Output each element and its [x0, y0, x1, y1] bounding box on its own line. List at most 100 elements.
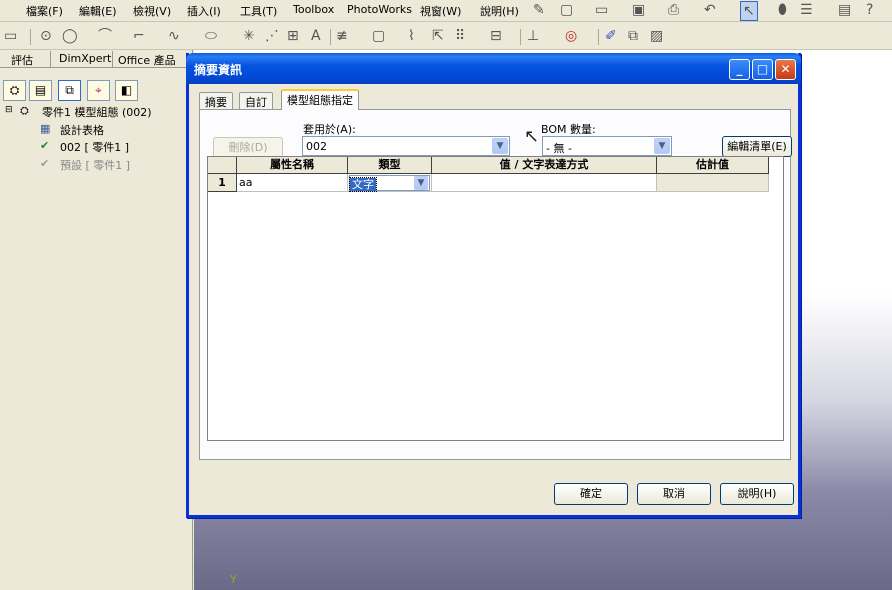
- panel-tabs: 評估 DimXpert Office 產品: [0, 50, 193, 68]
- grid-cell-estimated: [657, 174, 769, 192]
- offset-icon[interactable]: ⊞: [287, 27, 299, 45]
- active-config-icon: ✔: [40, 139, 50, 152]
- menu-view[interactable]: 檢視(V): [133, 3, 171, 19]
- print-icon[interactable]: ⎙: [668, 1, 679, 19]
- point-icon[interactable]: ✳: [243, 27, 255, 45]
- apply-to-combo[interactable]: 002 ▼: [302, 136, 510, 156]
- save-icon[interactable]: ▣: [632, 1, 645, 19]
- chevron-down-icon[interactable]: ▼: [654, 138, 670, 154]
- type-combo[interactable]: 文字 ▼: [349, 175, 430, 192]
- feature-tree-icon[interactable]: ⛭: [3, 80, 26, 101]
- bom-quantity-label: BOM 數量:: [541, 123, 596, 136]
- menu-photoworks[interactable]: PhotoWorks: [347, 3, 412, 16]
- summary-info-dialog: 摘要資訊 _ □ ✕ 摘要 自訂 模型組態指定 刪除(D) 套用於(A): 00…: [186, 53, 801, 518]
- menu-toolbox[interactable]: Toolbox: [293, 3, 334, 16]
- spline-icon[interactable]: ∿: [168, 27, 180, 45]
- pin-icon[interactable]: ✎: [533, 1, 545, 19]
- sketch-picture-icon[interactable]: ⧉: [628, 27, 638, 45]
- config-part-icon: ⛭: [20, 104, 29, 117]
- inactive-config-icon: ✔: [40, 157, 50, 170]
- tab-dimxpert[interactable]: DimXpert: [59, 52, 111, 65]
- array-icon[interactable]: ⊟: [490, 27, 502, 45]
- tab-config-specific[interactable]: 模型組態指定: [281, 89, 359, 110]
- design-table-icon: ▦: [40, 122, 51, 135]
- sketch-toolbar: ▭ ⊙ ◯ ⌒ ⌐ ∿ ⬭ ✳ ⋰ ⊞ A ≢ ▢ ⌇ ⇱ ⠿ ⊟ ⊥ ◎ ✐ …: [0, 22, 892, 50]
- close-button[interactable]: ✕: [775, 59, 796, 80]
- grid-header-rownum: [208, 157, 237, 174]
- dialog-title: 摘要資訊: [194, 63, 243, 77]
- centerline-icon[interactable]: ⋰: [265, 27, 279, 45]
- menu-insert[interactable]: 插入(I): [187, 3, 221, 19]
- options-icon[interactable]: ☰: [800, 1, 813, 19]
- grid-header-estimated[interactable]: 估計值: [657, 157, 769, 174]
- delete-button[interactable]: 刪除(D): [213, 137, 283, 158]
- apply-to-label: 套用於(A):: [303, 123, 356, 136]
- edit-list-button[interactable]: 編輯清單(E): [722, 136, 792, 157]
- text-icon[interactable]: A: [311, 27, 321, 45]
- chevron-down-icon[interactable]: ▼: [492, 138, 508, 154]
- trim-icon[interactable]: ≢: [336, 27, 348, 45]
- display-manager-icon[interactable]: ◧: [115, 80, 138, 101]
- help-button[interactable]: 說明(H): [720, 483, 794, 505]
- tree-root[interactable]: 零件1 模型組態 (002): [42, 104, 152, 120]
- grid-cell-type[interactable]: 文字 ▼: [348, 174, 432, 192]
- ok-button[interactable]: 確定: [554, 483, 628, 505]
- grid-header-value[interactable]: 值 / 文字表達方式: [432, 157, 657, 174]
- list-icon[interactable]: ▤: [838, 1, 851, 19]
- mouse-cursor-icon: ↖: [524, 126, 540, 147]
- minimize-button[interactable]: _: [729, 59, 750, 80]
- tab-office-products[interactable]: Office 產品: [118, 52, 176, 68]
- tree-item-design-table[interactable]: 設計表格: [60, 122, 104, 138]
- menu-help[interactable]: 說明(H): [480, 3, 519, 19]
- grid-header-type[interactable]: 類型: [348, 157, 432, 174]
- chevron-down-icon[interactable]: ▼: [414, 176, 428, 190]
- arc-icon[interactable]: ⌒: [98, 27, 112, 45]
- ellipse-icon[interactable]: ⬭: [205, 27, 217, 45]
- tree-item-config-default[interactable]: 預設 [ 零件1 ]: [60, 157, 130, 173]
- tab-evaluate[interactable]: 評估: [11, 52, 33, 68]
- bom-quantity-value: - 無 -: [546, 142, 572, 155]
- tree-collapse-icon[interactable]: ⊟: [5, 105, 13, 115]
- rectangle-icon[interactable]: ▭: [4, 27, 17, 45]
- menu-file[interactable]: 檔案(F): [26, 3, 63, 19]
- feature-manager-panel: 評估 DimXpert Office 產品 ⛭ ▤ ⧉ ⌖ ◧ ⊟ ⛭ 零件1 …: [0, 50, 193, 590]
- open-icon[interactable]: ▭: [595, 1, 608, 19]
- line-icon[interactable]: ⌐: [133, 27, 145, 45]
- target-icon[interactable]: ◎: [565, 27, 577, 45]
- mirror-icon[interactable]: ⌇: [408, 27, 415, 45]
- configuration-manager-icon[interactable]: ⧉: [58, 80, 81, 101]
- menu-window[interactable]: 視窗(W): [420, 3, 461, 19]
- grid-cell-value[interactable]: [432, 174, 657, 192]
- type-value: 文字: [349, 177, 377, 192]
- circle-icon[interactable]: ◯: [62, 27, 78, 45]
- convert-icon[interactable]: ▢: [372, 27, 385, 45]
- axis-triad-icon: Y: [230, 573, 237, 586]
- tab-custom[interactable]: 自訂: [239, 92, 273, 109]
- dimension-icon[interactable]: ⊥: [527, 27, 539, 45]
- maximize-button[interactable]: □: [752, 59, 773, 80]
- property-manager-icon[interactable]: ▤: [29, 80, 52, 101]
- new-icon[interactable]: ▢: [560, 1, 573, 19]
- help-icon[interactable]: ?: [866, 1, 873, 19]
- grid-cell-name[interactable]: aa: [237, 174, 348, 192]
- property-grid: 屬性名稱 類型 值 / 文字表達方式 估計值 1 aa 文字 ▼: [207, 156, 784, 441]
- bom-quantity-combo[interactable]: - 無 - ▼: [542, 136, 672, 156]
- menu-edit[interactable]: 編輯(E): [79, 3, 117, 19]
- grid-header-name[interactable]: 屬性名稱: [237, 157, 348, 174]
- cancel-button[interactable]: 取消: [637, 483, 711, 505]
- tab-summary[interactable]: 摘要: [199, 92, 233, 109]
- grid-row-number: 1: [208, 174, 237, 192]
- pattern-icon[interactable]: ⠿: [455, 27, 465, 45]
- rebuild-icon[interactable]: ⬮: [778, 1, 787, 19]
- tree-item-config-002[interactable]: 002 [ 零件1 ]: [60, 139, 129, 155]
- undo-icon[interactable]: ↶: [704, 1, 716, 19]
- edit-sketch-icon[interactable]: ✐: [605, 27, 617, 45]
- select-cursor-icon[interactable]: ↖: [740, 1, 758, 21]
- polygon-icon[interactable]: ⊙: [40, 27, 52, 45]
- apply-to-value: 002: [306, 140, 327, 153]
- move-icon[interactable]: ⇱: [432, 27, 444, 45]
- dialog-title-bar[interactable]: 摘要資訊 _ □ ✕: [186, 53, 801, 84]
- image-icon[interactable]: ▨: [650, 27, 663, 45]
- menu-tools[interactable]: 工具(T): [240, 3, 277, 19]
- dimxpert-icon[interactable]: ⌖: [87, 80, 110, 101]
